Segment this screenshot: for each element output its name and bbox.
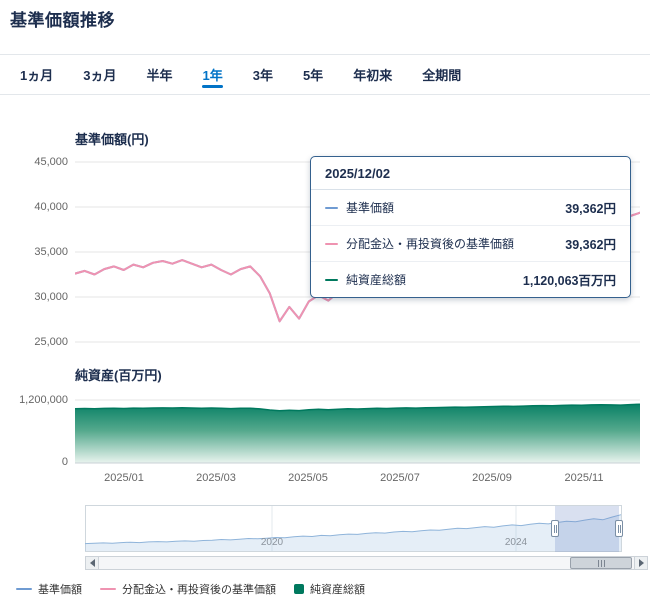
fund-price-chart-panel: 基準価額推移 1ヵ月 3ヵ月 半年 1年 3年 5年 年初来 全期間 基準価額(… — [0, 0, 650, 614]
left-arrow-icon — [89, 559, 95, 567]
x-axis-tick-nov: 2025/11 — [564, 472, 604, 484]
right-arrow-icon — [638, 559, 644, 567]
tooltip-row-value: 1,120,063百万円 — [522, 274, 616, 288]
tooltip-row-label: 分配金込・再投資後の基準価額 — [346, 237, 515, 251]
legend-label: 基準価額 — [38, 584, 82, 596]
legend-item-total-assets[interactable]: 純資産総額 — [294, 581, 365, 597]
price-axis-tick-45000: 45,000 — [34, 156, 68, 168]
price-chart-title: 基準価額(円) — [75, 132, 149, 147]
legend: 基準価額 分配金込・再投資後の基準価額 純資産総額 — [16, 581, 365, 597]
navigator-chart[interactable] — [85, 505, 622, 553]
scrollbar-track[interactable] — [99, 556, 634, 570]
price-axis-tick-25000: 25,000 — [34, 336, 68, 348]
navigator-year-label-2020: 2020 — [260, 537, 284, 548]
tab-3years[interactable]: 3年 — [253, 55, 273, 94]
x-axis-tick-jan: 2025/01 — [104, 472, 144, 484]
tab-all-period[interactable]: 全期間 — [422, 55, 461, 94]
tooltip-row-total-assets: 純資産総額 1,120,063百万円 — [311, 262, 630, 297]
tooltip-date: 2025/12/02 — [311, 157, 630, 190]
thumb-grip-icon — [600, 559, 602, 567]
navigator-year-label-2024: 2024 — [504, 537, 528, 548]
total-assets-series-marker-icon — [325, 278, 338, 281]
legend-item-nav-price[interactable]: 基準価額 — [16, 581, 82, 597]
tooltip-row-label: 基準価額 — [346, 201, 395, 215]
tab-ytd[interactable]: 年初来 — [353, 55, 392, 94]
navigator-scrollbar — [85, 556, 648, 570]
nav-price-legend-marker-icon — [16, 588, 32, 590]
asset-axis-tick-0: 0 — [61, 456, 68, 468]
scrollbar-thumb[interactable] — [570, 557, 632, 569]
asset-area-chart[interactable] — [75, 392, 640, 467]
navigator-right-handle[interactable] — [615, 520, 623, 537]
legend-label: 純資産総額 — [310, 584, 365, 596]
chart-tooltip: 2025/12/02 基準価額 39,362円 分配金込・再投資後の基準価額 3… — [310, 156, 631, 298]
price-axis-tick-40000: 40,000 — [34, 201, 68, 213]
asset-chart-title: 純資産(百万円) — [75, 368, 162, 383]
navigator-left-handle[interactable] — [551, 520, 559, 537]
nav-price-series-marker-icon — [325, 206, 338, 209]
reinvested-price-series-marker-icon — [325, 242, 338, 245]
tooltip-row-reinvested-price: 分配金込・再投資後の基準価額 39,362円 — [311, 226, 630, 262]
tooltip-row-value: 39,362円 — [565, 238, 616, 252]
scrollbar-right-button[interactable] — [634, 556, 648, 570]
period-tabbar: 1ヵ月 3ヵ月 半年 1年 3年 5年 年初来 全期間 — [0, 54, 650, 95]
asset-axis-tick-1200000: 1,200,000 — [19, 394, 68, 406]
x-axis-tick-jul: 2025/07 — [380, 472, 420, 484]
tooltip-row-nav-price: 基準価額 39,362円 — [311, 190, 630, 226]
tooltip-row-label: 純資産総額 — [346, 273, 407, 287]
tab-3months[interactable]: 3ヵ月 — [83, 55, 116, 94]
tab-6months[interactable]: 半年 — [146, 55, 172, 94]
legend-item-reinvested-price[interactable]: 分配金込・再投資後の基準価額 — [100, 581, 276, 597]
tab-1year[interactable]: 1年 — [202, 55, 223, 94]
total-assets-legend-marker-icon — [294, 584, 304, 594]
tooltip-row-value: 39,362円 — [565, 202, 616, 216]
tab-5years[interactable]: 5年 — [303, 55, 323, 94]
price-axis-tick-30000: 30,000 — [34, 291, 68, 303]
x-axis-tick-may: 2025/05 — [288, 472, 328, 484]
price-axis-tick-35000: 35,000 — [34, 246, 68, 258]
legend-label: 分配金込・再投資後の基準価額 — [122, 584, 276, 596]
reinvested-price-legend-marker-icon — [100, 588, 116, 590]
tab-1month[interactable]: 1ヵ月 — [20, 55, 53, 94]
x-axis-tick-sep: 2025/09 — [472, 472, 512, 484]
scrollbar-left-button[interactable] — [85, 556, 99, 570]
navigator-selected-range[interactable] — [555, 506, 619, 552]
page-title: 基準価額推移 — [10, 11, 115, 30]
x-axis-tick-mar: 2025/03 — [196, 472, 236, 484]
